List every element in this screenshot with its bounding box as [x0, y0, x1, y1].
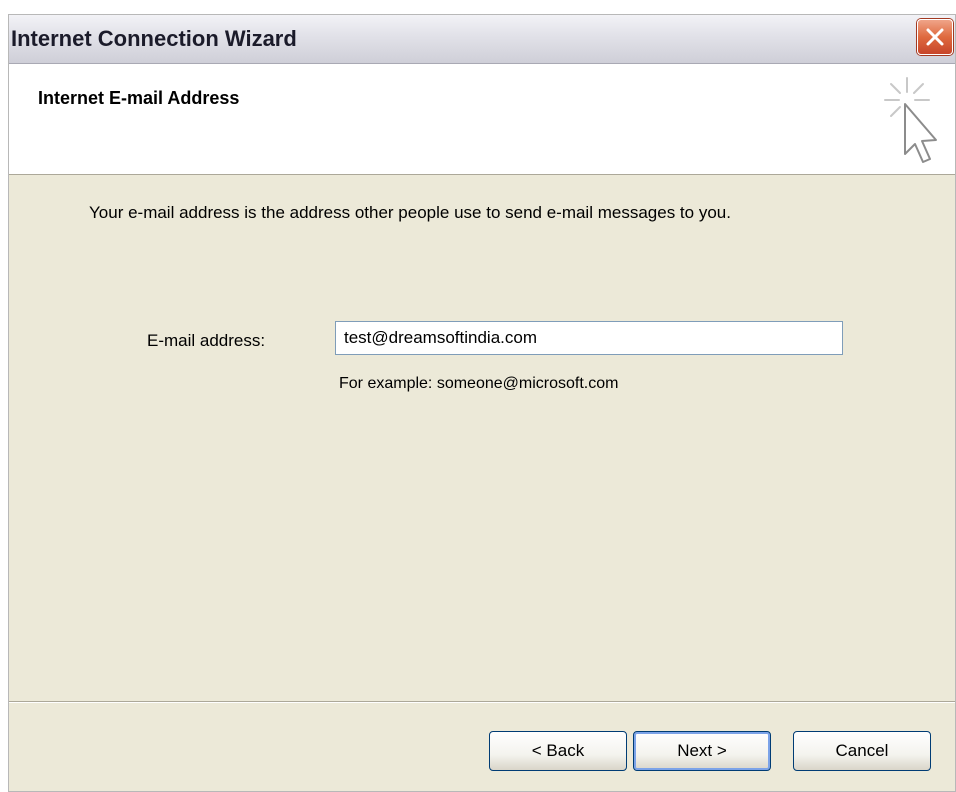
wizard-cursor-icon	[884, 77, 937, 163]
page-title: Internet E-mail Address	[38, 88, 240, 108]
email-example: For example: someone@microsoft.com	[339, 375, 619, 392]
close-icon	[926, 28, 944, 46]
intro-text: Your e-mail address is the address other…	[89, 203, 731, 222]
wizard-window: Internet Connection Wizard Internet E-ma…	[8, 14, 956, 792]
email-field[interactable]	[335, 321, 843, 355]
email-label: E-mail address:	[147, 331, 266, 350]
wizard-header: Internet E-mail Address	[9, 64, 955, 175]
footer-divider	[9, 701, 955, 703]
close-button[interactable]	[917, 19, 953, 55]
next-button[interactable]: Next >	[633, 731, 771, 771]
cancel-button[interactable]: Cancel	[793, 731, 931, 771]
window-title: Internet Connection Wizard	[11, 26, 297, 51]
back-button[interactable]: < Back	[489, 731, 627, 771]
title-bar[interactable]: Internet Connection Wizard	[9, 15, 955, 64]
